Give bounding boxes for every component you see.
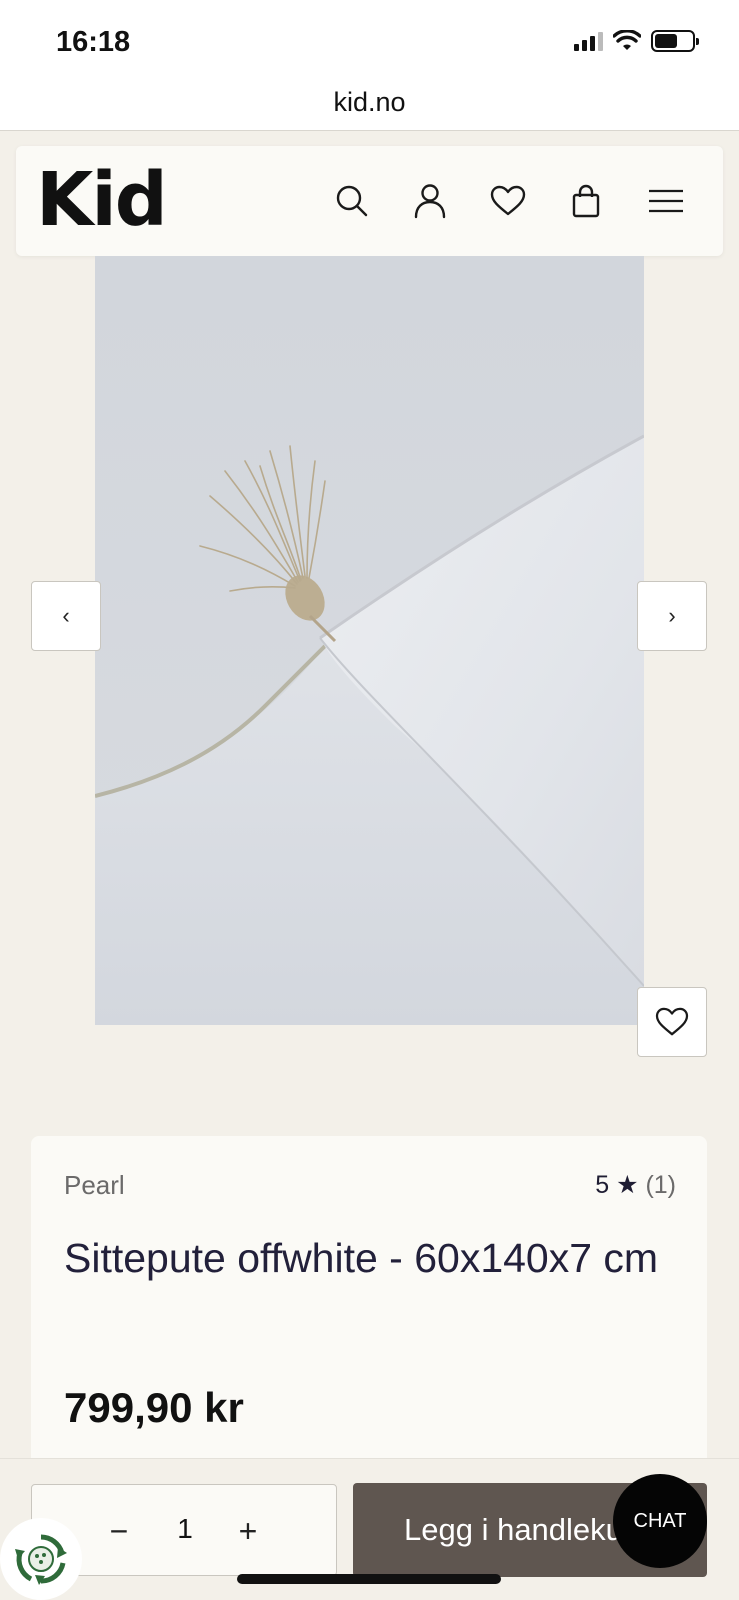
eco-badge[interactable] [0,1518,82,1600]
gallery-prev-button[interactable]: ‹ [31,581,101,651]
battery-icon [651,30,699,52]
product-image[interactable] [95,256,644,1025]
chevron-right-icon: › [668,603,676,628]
gallery-next-button[interactable]: › [637,581,707,651]
kid-logo[interactable]: Kid [36,158,168,242]
plus-icon: + [238,1512,258,1549]
add-to-wishlist-button[interactable] [637,987,707,1057]
quantity-value[interactable]: 1 [165,1513,205,1545]
account-icon [414,184,446,219]
recycle-leaf-icon [15,1534,67,1585]
status-icons [574,30,699,52]
product-price: 799,90 kr [64,1384,244,1431]
wishlist-button[interactable] [486,179,530,223]
cellular-signal-icon [574,31,603,51]
shopping-bag-icon [572,184,600,218]
rating-count: (1) [645,1171,676,1199]
chevron-left-icon: ‹ [62,603,70,628]
search-button[interactable] [330,179,374,223]
minus-icon: − [109,1512,129,1549]
product-info-card: Pearl 5 ★ (1) Sittepute offwhite - 60x14… [31,1136,707,1476]
menu-button[interactable] [644,179,688,223]
home-indicator [237,1574,501,1584]
site-header: Kid [16,146,723,256]
product-brand[interactable]: Pearl [64,1170,125,1201]
cushion-photo [95,256,644,1025]
product-rating[interactable]: 5 ★ (1) [595,1170,676,1200]
heart-icon [655,1007,689,1036]
status-bar: 16:18 [0,0,739,84]
url-text: kid.no [333,87,406,117]
wifi-icon [613,30,641,50]
account-button[interactable] [408,179,452,223]
quantity-decrease-button[interactable]: − [97,1509,141,1553]
rating-value: 5 ★ [595,1171,639,1199]
status-time: 16:18 [56,26,131,58]
heart-icon [490,185,526,216]
search-icon [336,185,368,217]
chat-button[interactable]: CHAT [613,1474,707,1568]
product-title: Sittepute offwhite - 60x140x7 cm [64,1235,659,1281]
cart-button[interactable] [564,179,608,223]
browser-url-bar[interactable]: kid.no [0,84,739,131]
hamburger-menu-icon [649,189,683,213]
quantity-increase-button[interactable]: + [226,1509,270,1553]
